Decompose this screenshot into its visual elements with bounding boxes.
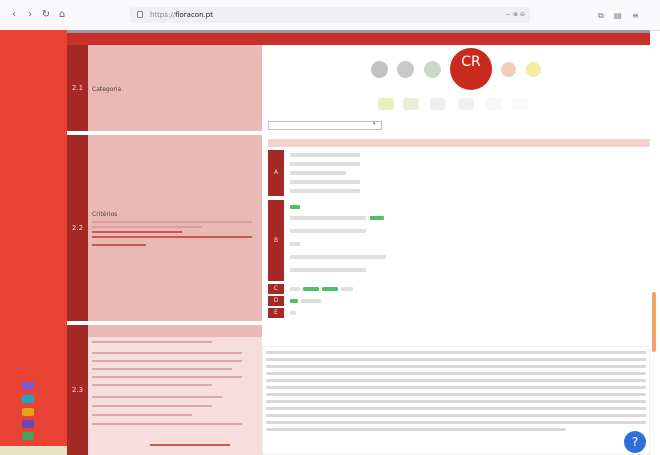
section-label-header-3 xyxy=(88,325,262,337)
category-ew-icon[interactable] xyxy=(397,61,414,78)
back-icon[interactable]: ‹ xyxy=(8,9,20,21)
side-tool-icon-4[interactable] xyxy=(22,420,34,428)
criteria-group-b: B xyxy=(268,200,284,281)
justification-text-line xyxy=(266,365,646,368)
url-domain: floracon.pt xyxy=(175,11,213,19)
criteria-option-row[interactable] xyxy=(290,242,300,246)
url-text[interactable]: https://floracon.pt xyxy=(150,11,213,19)
criteria-option-selected[interactable] xyxy=(290,205,300,209)
criteria-option-row[interactable] xyxy=(290,189,360,193)
justification-text-line xyxy=(266,372,646,375)
section-number-3: 2.3 xyxy=(67,325,88,455)
criteria-option-row[interactable] xyxy=(290,180,360,184)
justification-text-line xyxy=(266,421,646,424)
page-scrollbar[interactable] xyxy=(652,292,656,352)
justification-text-line xyxy=(266,386,646,389)
justification-bullet-9 xyxy=(92,423,242,425)
criteria-group-a: A xyxy=(268,150,284,196)
criteria-option-selected[interactable] xyxy=(290,299,298,303)
criteria-help-link-1[interactable] xyxy=(92,231,182,233)
lock-icon xyxy=(137,11,143,18)
criteria-option-selected[interactable] xyxy=(303,287,319,291)
category-dd-icon[interactable] xyxy=(430,98,446,110)
forward-icon[interactable]: › xyxy=(24,9,36,21)
category-nt-icon[interactable] xyxy=(378,98,394,110)
justification-bullet-6 xyxy=(92,396,222,398)
criteria-option-row[interactable] xyxy=(290,287,300,291)
section-label-cell-2 xyxy=(88,135,262,321)
criteria-option-selected[interactable] xyxy=(322,287,338,291)
reload-icon[interactable]: ↻ xyxy=(40,9,52,21)
justification-bullet-4 xyxy=(92,376,242,378)
side-tool-icon-1[interactable] xyxy=(22,382,34,390)
section-label-2: Critérios xyxy=(92,211,118,218)
criteria-option-row[interactable] xyxy=(290,255,386,259)
justification-bullet-1 xyxy=(92,352,242,354)
justification-bullet-5 xyxy=(92,384,212,386)
category-re-icon[interactable] xyxy=(424,61,441,78)
category-ex-icon[interactable] xyxy=(371,61,388,78)
criteria-help-link-3[interactable] xyxy=(92,244,146,246)
criteria-option-row[interactable] xyxy=(290,153,360,157)
chevron-down-icon: ▾ xyxy=(373,121,376,127)
justification-text-line xyxy=(266,414,646,417)
side-tool-icon-2[interactable] xyxy=(22,395,34,403)
category-lc-icon[interactable] xyxy=(403,98,419,110)
category-other-icon[interactable] xyxy=(512,98,528,110)
menu-icon[interactable]: ≡ xyxy=(632,11,639,20)
criteria-help-line-1 xyxy=(92,221,252,223)
zoom-controls[interactable]: — ⊕ ⊖ xyxy=(505,11,525,18)
justification-bullet-7 xyxy=(92,405,212,407)
category-na-icon[interactable] xyxy=(486,98,502,110)
section-label-1: Categoria xyxy=(92,86,122,93)
category-ne-icon[interactable] xyxy=(458,98,474,110)
section-label-cell-3 xyxy=(88,325,262,455)
category-vu-icon[interactable] xyxy=(526,62,541,77)
justification-text-line xyxy=(266,428,566,431)
justification-text-line xyxy=(266,400,646,403)
justification-text-line xyxy=(266,407,646,410)
justification-link[interactable] xyxy=(150,444,230,446)
justification-bullet-2 xyxy=(92,360,242,362)
criteria-help-link-2[interactable] xyxy=(92,236,252,238)
criteria-header xyxy=(268,139,650,147)
justification-text-line xyxy=(266,351,646,354)
library-icon[interactable]: ▤ xyxy=(614,11,622,20)
home-icon[interactable]: ⌂ xyxy=(56,9,68,21)
section-number-2: 2.2 xyxy=(67,135,88,321)
criteria-option-row[interactable] xyxy=(290,162,360,166)
criteria-option-row[interactable] xyxy=(290,216,366,220)
category-en-icon[interactable] xyxy=(501,62,516,77)
page-title xyxy=(67,33,650,45)
side-tool-icon-3[interactable] xyxy=(22,408,34,416)
criteria-option-row[interactable] xyxy=(301,299,321,303)
criteria-option-row[interactable] xyxy=(290,268,366,272)
side-tool-icon-5[interactable] xyxy=(22,432,34,440)
url-prefix: https:// xyxy=(150,11,176,19)
criteria-option-row[interactable] xyxy=(290,311,296,315)
criteria-group-c: C xyxy=(268,284,284,294)
justification-text-line xyxy=(266,358,646,361)
extensions-icon[interactable]: ⧉ xyxy=(598,11,604,21)
criteria-group-d: D xyxy=(268,296,284,306)
criteria-option-selected[interactable] xyxy=(370,216,384,220)
justification-help-line xyxy=(92,341,212,343)
justification-bullet-8 xyxy=(92,414,192,416)
justification-text-line xyxy=(266,379,646,382)
left-side-panel xyxy=(0,30,67,455)
category-select[interactable] xyxy=(268,121,382,130)
criteria-option-row[interactable] xyxy=(341,287,353,291)
criteria-option-row[interactable] xyxy=(290,171,346,175)
justification-bullet-3 xyxy=(92,368,232,370)
section-number-1: 2.1 xyxy=(67,45,88,131)
criteria-group-e: E xyxy=(268,308,284,318)
criteria-option-row[interactable] xyxy=(290,229,366,233)
justification-text-line xyxy=(266,393,646,396)
category-cr-label: CR xyxy=(461,54,481,70)
criteria-help-line-2 xyxy=(92,226,202,228)
help-button[interactable]: ? xyxy=(624,431,646,453)
